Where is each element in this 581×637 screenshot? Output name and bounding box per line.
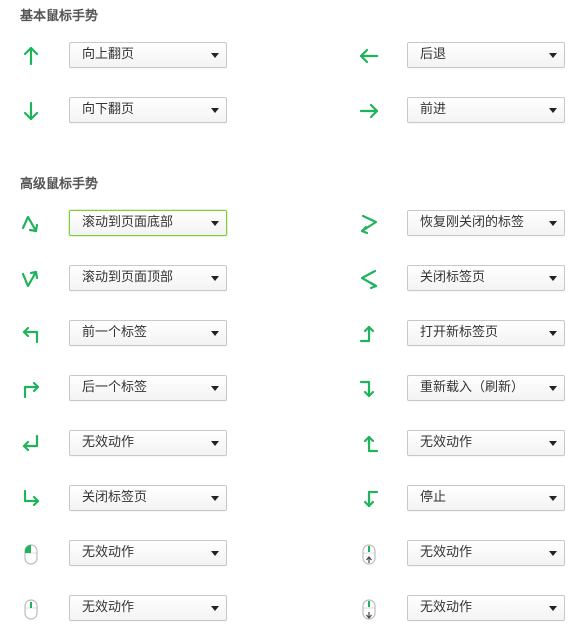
gesture-action-value: 后一个标签 <box>82 380 148 395</box>
gesture-action-select[interactable]: 后一个标签 <box>69 375 227 401</box>
gesture-action-select[interactable]: 后退 <box>407 42 565 68</box>
gesture-action-value: 无效动作 <box>82 600 135 615</box>
gesture-action-value: 停止 <box>420 490 447 505</box>
mouse-left-button-icon <box>18 541 44 567</box>
gesture-action-select[interactable]: 向上翻页 <box>69 42 227 68</box>
mouse-wheel-down-icon <box>356 596 382 622</box>
gesture-right-left-icon <box>356 211 382 237</box>
dropdown-caret-icon <box>549 496 557 501</box>
mouse-wheel-up-icon <box>356 541 382 567</box>
dropdown-caret-icon <box>211 221 219 226</box>
gesture-action-value: 向下翻页 <box>82 102 135 117</box>
gesture-action-value: 关闭标签页 <box>82 490 148 505</box>
gesture-action-value: 前一个标签 <box>82 325 148 340</box>
dropdown-caret-icon <box>211 386 219 391</box>
dropdown-caret-icon <box>211 108 219 113</box>
gesture-up-down-icon <box>18 211 44 237</box>
gesture-action-value: 重新载入（刷新） <box>420 380 525 395</box>
gesture-action-value: 前进 <box>420 102 447 117</box>
dropdown-caret-icon <box>549 276 557 281</box>
gesture-action-value: 恢复刚关闭的标签 <box>420 215 525 230</box>
dropdown-caret-icon <box>211 441 219 446</box>
gesture-row: 无效动作 无效动作 <box>0 539 581 569</box>
gesture-left-down-icon <box>356 486 382 512</box>
dropdown-caret-icon <box>549 441 557 446</box>
gesture-row: 滚动到页面顶部 关闭标签页 <box>0 264 581 294</box>
gesture-right-up-icon <box>356 321 382 347</box>
gesture-action-value: 滚动到页面顶部 <box>82 270 174 285</box>
gesture-action-select[interactable]: 恢复刚关闭的标签 <box>407 210 565 236</box>
dropdown-caret-icon <box>549 53 557 58</box>
gesture-up-left-icon <box>18 321 44 347</box>
gesture-action-select[interactable]: 无效动作 <box>69 595 227 621</box>
gesture-action-value: 滚动到页面底部 <box>82 215 174 230</box>
gesture-action-value: 向上翻页 <box>82 47 135 62</box>
gesture-up-right-icon <box>18 376 44 402</box>
dropdown-caret-icon <box>211 496 219 501</box>
dropdown-caret-icon <box>549 606 557 611</box>
gesture-action-select[interactable]: 无效动作 <box>407 595 565 621</box>
gesture-left-up-icon <box>356 431 382 457</box>
section-title: 基本鼠标手势 <box>20 9 99 24</box>
dropdown-caret-icon <box>211 551 219 556</box>
gesture-row: 滚动到页面底部 恢复刚关闭的标签 <box>0 209 581 239</box>
gesture-action-select[interactable]: 无效动作 <box>407 540 565 566</box>
gesture-action-select[interactable]: 前一个标签 <box>69 320 227 346</box>
gesture-action-select[interactable]: 无效动作 <box>69 430 227 456</box>
dropdown-caret-icon <box>211 331 219 336</box>
gesture-row: 后一个标签 重新载入（刷新） <box>0 374 581 404</box>
gesture-down-right-icon <box>18 486 44 512</box>
gesture-action-value: 打开新标签页 <box>420 325 499 340</box>
gesture-action-select[interactable]: 前进 <box>407 97 565 123</box>
gesture-row: 无效动作 无效动作 <box>0 429 581 459</box>
gesture-action-value: 关闭标签页 <box>420 270 486 285</box>
gesture-action-select[interactable]: 打开新标签页 <box>407 320 565 346</box>
gesture-row: 无效动作 无效动作 <box>0 594 581 624</box>
gesture-action-select[interactable]: 向下翻页 <box>69 97 227 123</box>
gesture-action-select[interactable]: 无效动作 <box>69 540 227 566</box>
arrow-up-icon <box>18 43 44 69</box>
gesture-action-select[interactable]: 停止 <box>407 485 565 511</box>
dropdown-caret-icon <box>549 331 557 336</box>
gesture-action-value: 无效动作 <box>82 545 135 560</box>
gesture-row: 向下翻页 前进 <box>0 96 581 126</box>
gesture-action-value: 无效动作 <box>420 545 473 560</box>
gesture-action-select[interactable]: 重新载入（刷新） <box>407 375 565 401</box>
arrow-left-icon <box>356 43 382 69</box>
dropdown-caret-icon <box>549 221 557 226</box>
gesture-action-select[interactable]: 关闭标签页 <box>69 485 227 511</box>
arrow-down-icon <box>18 98 44 124</box>
gesture-down-up-icon <box>18 266 44 292</box>
dropdown-caret-icon <box>549 108 557 113</box>
dropdown-caret-icon <box>211 53 219 58</box>
gesture-action-value: 后退 <box>420 47 447 62</box>
gesture-left-right-icon <box>356 266 382 292</box>
section-title: 高级鼠标手势 <box>20 177 99 192</box>
gesture-action-select[interactable]: 关闭标签页 <box>407 265 565 291</box>
gesture-row: 关闭标签页 停止 <box>0 484 581 514</box>
dropdown-caret-icon <box>549 551 557 556</box>
gesture-action-select[interactable]: 滚动到页面底部 <box>69 210 227 236</box>
gesture-right-down-icon <box>356 376 382 402</box>
gesture-down-left-icon <box>18 431 44 457</box>
dropdown-caret-icon <box>211 606 219 611</box>
gesture-action-value: 无效动作 <box>420 600 473 615</box>
gesture-action-value: 无效动作 <box>82 435 135 450</box>
gesture-row: 前一个标签 打开新标签页 <box>0 319 581 349</box>
dropdown-caret-icon <box>211 276 219 281</box>
gesture-action-value: 无效动作 <box>420 435 473 450</box>
mouse-middle-button-icon <box>18 596 44 622</box>
gesture-action-select[interactable]: 滚动到页面顶部 <box>69 265 227 291</box>
gesture-action-select[interactable]: 无效动作 <box>407 430 565 456</box>
arrow-right-icon <box>356 98 382 124</box>
gesture-row: 向上翻页 后退 <box>0 41 581 71</box>
dropdown-caret-icon <box>549 386 557 391</box>
